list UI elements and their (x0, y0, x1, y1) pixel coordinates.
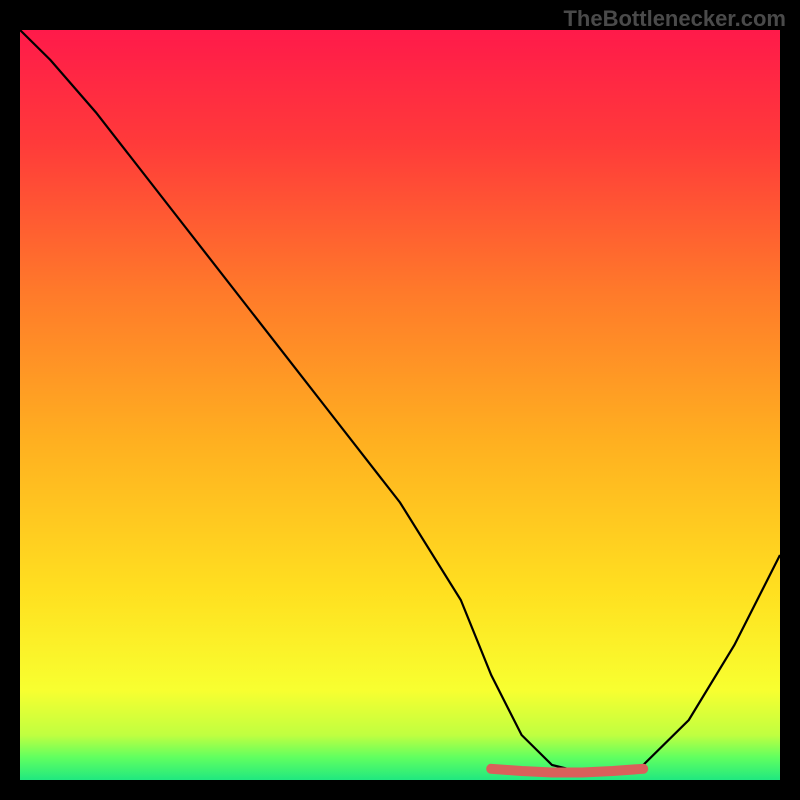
bottleneck-curve (20, 30, 780, 773)
watermark-text: TheBottlenecker.com (563, 6, 786, 32)
curve-layer (20, 30, 780, 780)
plot-area (20, 30, 780, 780)
highlighted-min-segment (491, 769, 643, 773)
